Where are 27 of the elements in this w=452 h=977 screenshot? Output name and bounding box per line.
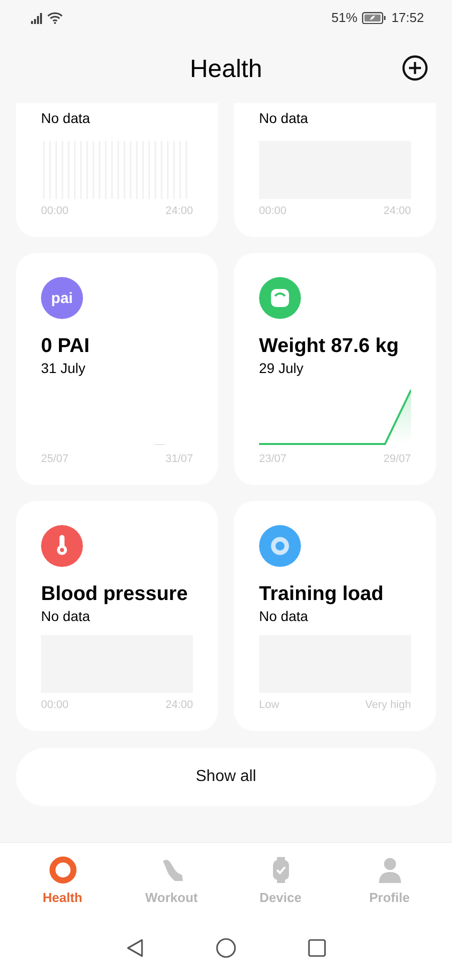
card-title: Weight 87.6 kg [259, 334, 400, 359]
battery-icon [362, 12, 386, 24]
card-subtitle: No data [259, 607, 310, 625]
ring-icon[interactable] [48, 856, 76, 884]
clock-time: 17:52 [391, 10, 424, 25]
signal-icon [31, 12, 42, 24]
card-title: Training load [259, 582, 384, 607]
tab-label: Health [42, 890, 82, 905]
show-all-button[interactable]: Show all [16, 748, 436, 806]
card-subtitle: No data [41, 607, 92, 625]
tab-label: Profile [369, 890, 410, 905]
pai-badge: pai [41, 277, 83, 319]
tab-label: Device [260, 890, 302, 905]
card-subtitle: No data [259, 109, 310, 127]
recents-icon[interactable] [308, 938, 326, 956]
card-subtitle: 31 July [41, 359, 86, 377]
card-title: Blood pressure [41, 582, 189, 607]
card-subtitle: 29 July [259, 359, 304, 377]
card-title: 0 PAI [41, 334, 91, 359]
wifi-icon [47, 11, 63, 24]
card-subtitle: No data [41, 109, 92, 127]
battery-percent: 51% [331, 10, 358, 25]
tab-label: Workout [145, 890, 198, 905]
add-button[interactable] [402, 55, 428, 81]
home-icon[interactable] [216, 938, 236, 958]
page-title: Health [190, 54, 262, 84]
back-icon[interactable] [126, 938, 144, 958]
